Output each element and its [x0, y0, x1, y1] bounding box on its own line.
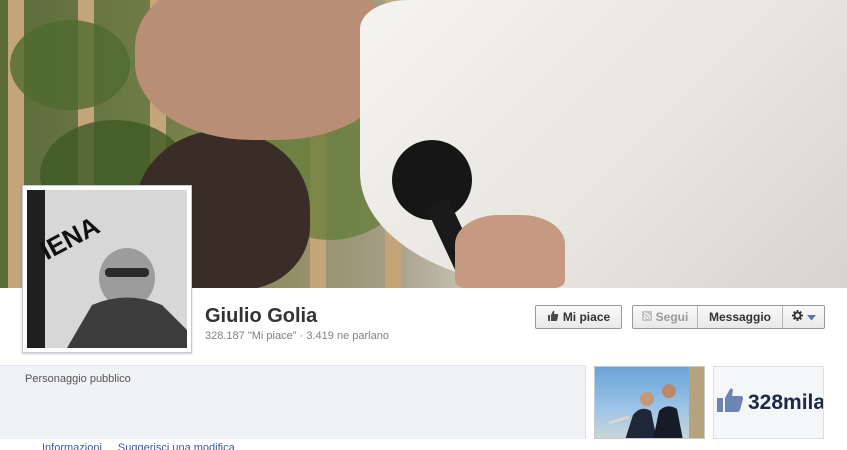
- iena-drawing: IENA: [27, 190, 187, 348]
- photos-thumbnail-image: [608, 367, 704, 438]
- man-head: [135, 0, 395, 140]
- info-link[interactable]: Informazioni: [42, 442, 102, 450]
- man-hand: [455, 215, 565, 288]
- message-button[interactable]: Messaggio: [698, 306, 783, 328]
- suggest-edit-link[interactable]: Suggerisci una modifica: [118, 442, 235, 450]
- page-actions-group: Segui Messaggio: [632, 305, 825, 329]
- rss-icon: [641, 310, 652, 324]
- follow-button[interactable]: Segui: [633, 306, 698, 328]
- page-stats: 328.187 "Mi piace" · 3.419 ne parlano: [205, 330, 389, 342]
- chevron-down-icon: [806, 310, 816, 324]
- page-title: Giulio Golia: [205, 305, 318, 327]
- settings-dropdown-button[interactable]: [783, 306, 824, 328]
- like-button[interactable]: Mi piace: [535, 305, 622, 329]
- likes-count: 328mila: [748, 390, 824, 414]
- profile-picture-image: IENA: [27, 190, 187, 348]
- follow-button-label: Segui: [655, 310, 689, 324]
- like-button-label: Mi piace: [562, 310, 611, 324]
- photos-thumbnail[interactable]: [594, 366, 705, 439]
- thumbs-up-icon: [716, 387, 744, 418]
- likes-thumbnail[interactable]: 328mila: [713, 366, 824, 439]
- gear-icon: [791, 310, 803, 324]
- page-category: Personaggio pubblico: [25, 373, 131, 385]
- profile-picture[interactable]: IENA: [22, 185, 192, 353]
- info-links: Informazioni Suggerisci una modifica: [42, 442, 235, 450]
- foliage: [10, 20, 130, 110]
- message-button-label: Messaggio: [708, 310, 771, 324]
- thumbs-up-icon: [547, 310, 559, 325]
